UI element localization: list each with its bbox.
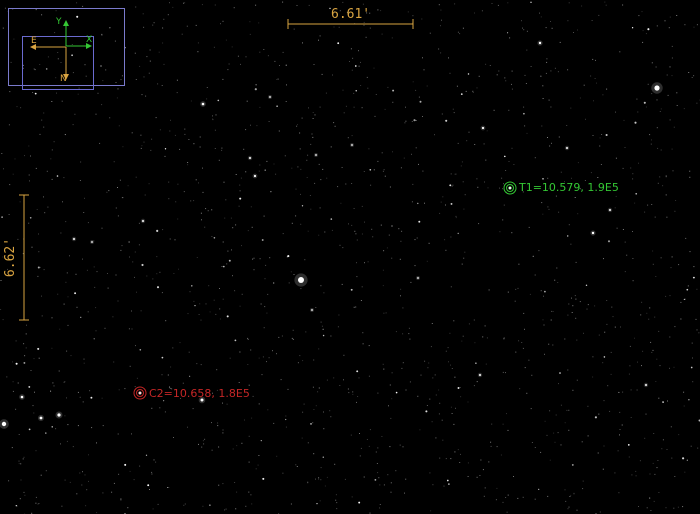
e-label: E (31, 36, 37, 46)
x-label: X (86, 35, 93, 45)
horizontal-scale-label: 6.61' (331, 7, 371, 22)
image-viewer[interactable]: Y X E N 6.61' 6.62' T1=10.579, 1.9E5 C2=… (0, 0, 700, 514)
target-aperture-label: T1=10.579, 1.9E5 (519, 181, 619, 194)
vertical-scale-bar (19, 194, 29, 321)
n-label: N (60, 74, 67, 84)
comparison-aperture-label: C2=10.658, 1.8E5 (149, 387, 250, 400)
comparison-aperture-marker[interactable] (132, 385, 148, 401)
y-label: Y (56, 17, 62, 27)
orientation-arrows (30, 20, 92, 80)
y-arrow-head (63, 20, 69, 26)
target-aperture-marker[interactable] (502, 180, 518, 196)
vertical-scale-label: 6.62' (3, 237, 19, 278)
